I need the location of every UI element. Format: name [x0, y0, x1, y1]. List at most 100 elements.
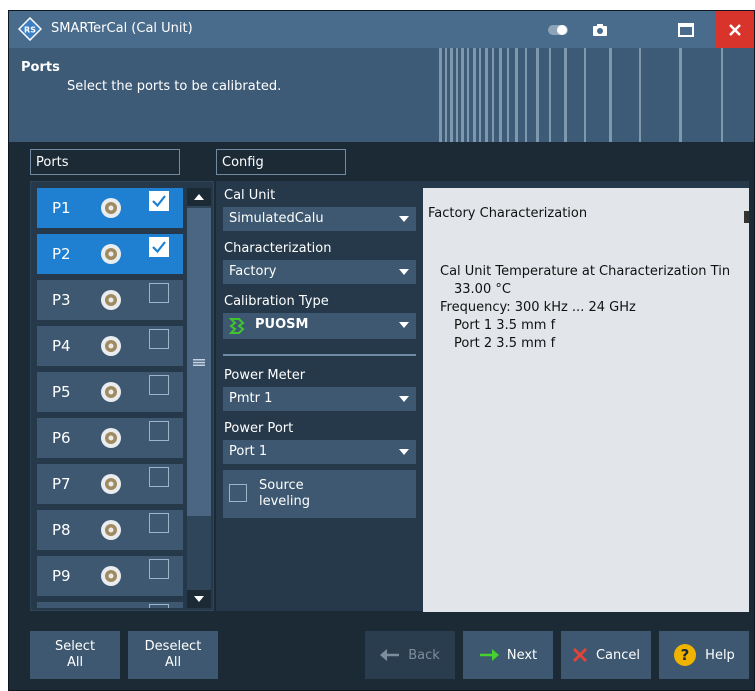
port-item-p1[interactable]: P1 — [37, 188, 183, 228]
scroll-thumb[interactable] — [187, 208, 211, 516]
svg-text:RS: RS — [24, 26, 36, 35]
characterization-value: Factory — [229, 264, 277, 279]
connector-icon — [101, 382, 121, 402]
characterization-label: Characterization — [224, 241, 332, 256]
power-meter-label: Power Meter — [224, 368, 306, 383]
help-icon: ? — [674, 644, 697, 666]
connector-icon — [101, 474, 121, 494]
source-leveling-toggle[interactable]: Source leveling — [223, 470, 416, 518]
port-item-p2[interactable]: P2 — [37, 234, 183, 274]
connector-icon — [101, 566, 121, 586]
cancel-button[interactable]: Cancel — [561, 631, 651, 679]
deselect-all-button[interactable]: Deselect All — [128, 631, 218, 679]
temperature-value: 33.00 °C — [454, 282, 511, 297]
arrow-left-icon — [380, 649, 400, 661]
port-label: P3 — [52, 291, 71, 309]
cal-unit-select[interactable]: SimulatedCalu — [223, 207, 416, 231]
divider — [223, 354, 416, 356]
calibration-type-select[interactable]: PUOSM — [223, 313, 416, 339]
port-checkbox[interactable] — [149, 375, 169, 395]
ports-scrollbar[interactable] — [187, 188, 211, 608]
port-item-p5[interactable]: P5 — [37, 372, 183, 412]
characterization-info-box: Factory Characterization Cal Unit Temper… — [423, 188, 749, 612]
port-checkbox[interactable] — [149, 421, 169, 441]
arrow-down-icon — [194, 596, 204, 602]
port-item-p6[interactable]: P6 — [37, 418, 183, 458]
calibration-type-value: PUOSM — [255, 317, 309, 332]
config-panel: Cal Unit SimulatedCalu Characterization … — [216, 181, 749, 612]
port-label: P7 — [52, 475, 71, 493]
screenshot-button[interactable] — [581, 11, 619, 48]
cal-unit-label: Cal Unit — [224, 188, 276, 203]
step-title: Ports — [21, 60, 60, 75]
port-label: P6 — [52, 429, 71, 447]
calibration-type-icon — [229, 318, 245, 334]
smartercal-window: RS SMARTerCal (Cal Unit) Ports Select th… — [8, 10, 755, 691]
power-meter-value: Pmtr 1 — [229, 391, 273, 406]
port-checkbox[interactable] — [149, 513, 169, 533]
connector-icon — [101, 336, 121, 356]
help-button[interactable]: ? Help — [659, 631, 749, 679]
port2-connector: Port 2 3.5 mm f — [454, 336, 556, 351]
back-button[interactable]: Back — [365, 631, 455, 679]
port-item-p4[interactable]: P4 — [37, 326, 183, 366]
port-checkbox[interactable] — [149, 467, 169, 487]
close-icon — [729, 23, 741, 36]
temperature-label: Cal Unit Temperature at Characterization… — [440, 264, 731, 279]
step-description: Select the ports to be calibrated. — [67, 79, 282, 94]
maximize-icon — [678, 22, 694, 37]
characterization-heading: Factory Characterization — [428, 206, 588, 221]
chevron-down-icon — [399, 396, 409, 402]
button-bar: Select All Deselect All Back Next Cancel… — [9, 615, 754, 690]
select-all-button[interactable]: Select All — [30, 631, 120, 679]
connector-icon — [101, 290, 121, 310]
port-checkbox[interactable] — [149, 191, 169, 211]
maximize-button[interactable] — [667, 11, 705, 48]
port-item-p9[interactable]: P9 — [37, 556, 183, 596]
port-list: P1 P2 P3 P4 P5 P6 P7 P8 P9 — [37, 188, 183, 608]
port-item-p8[interactable]: P8 — [37, 510, 183, 550]
close-button[interactable] — [715, 11, 754, 48]
port-checkbox[interactable] — [149, 283, 169, 303]
chevron-down-icon — [399, 269, 409, 275]
connector-icon — [101, 198, 121, 218]
port-label: P2 — [52, 245, 71, 263]
port-checkbox[interactable] — [149, 237, 169, 257]
source-leveling-label: Source leveling — [259, 478, 311, 509]
arrow-right-icon — [479, 649, 499, 661]
config-section-label: Config — [216, 149, 346, 175]
window-title: SMARTerCal (Cal Unit) — [51, 21, 193, 36]
power-port-label: Power Port — [224, 421, 294, 436]
cal-unit-value: SimulatedCalu — [229, 211, 324, 226]
scroll-down-button[interactable] — [187, 590, 211, 608]
next-button[interactable]: Next — [463, 631, 553, 679]
toggle-button[interactable] — [539, 11, 577, 48]
port-item-p7[interactable]: P7 — [37, 464, 183, 504]
port-checkbox[interactable] — [149, 559, 169, 579]
calibration-type-label: Calibration Type — [224, 294, 329, 309]
grip-icon — [193, 358, 205, 366]
frequency-range: Frequency: 300 kHz ... 24 GHz — [440, 300, 636, 315]
scroll-up-button[interactable] — [187, 188, 211, 206]
port-checkbox[interactable] — [149, 329, 169, 349]
source-leveling-checkbox[interactable] — [229, 484, 247, 502]
svg-text:?: ? — [681, 646, 690, 664]
characterization-select[interactable]: Factory — [223, 260, 416, 284]
port-item-partial[interactable] — [37, 602, 183, 608]
port-item-p3[interactable]: P3 — [37, 280, 183, 320]
ports-panel: P1 P2 P3 P4 P5 P6 P7 P8 P9 — [30, 181, 214, 611]
power-meter-select[interactable]: Pmtr 1 — [223, 387, 416, 411]
power-port-select[interactable]: Port 1 — [223, 440, 416, 464]
port-label: P4 — [52, 337, 71, 355]
chevron-down-icon — [399, 322, 409, 328]
camera-icon — [593, 23, 607, 36]
port-label: P9 — [52, 567, 71, 585]
checkmark-icon — [152, 241, 166, 254]
power-port-value: Port 1 — [229, 444, 268, 459]
ports-section-label: Ports — [30, 149, 180, 175]
connector-icon — [101, 520, 121, 540]
header-decoration — [439, 48, 723, 142]
port-checkbox[interactable] — [149, 604, 169, 608]
arrow-up-icon — [194, 194, 204, 200]
connector-icon — [101, 244, 121, 264]
